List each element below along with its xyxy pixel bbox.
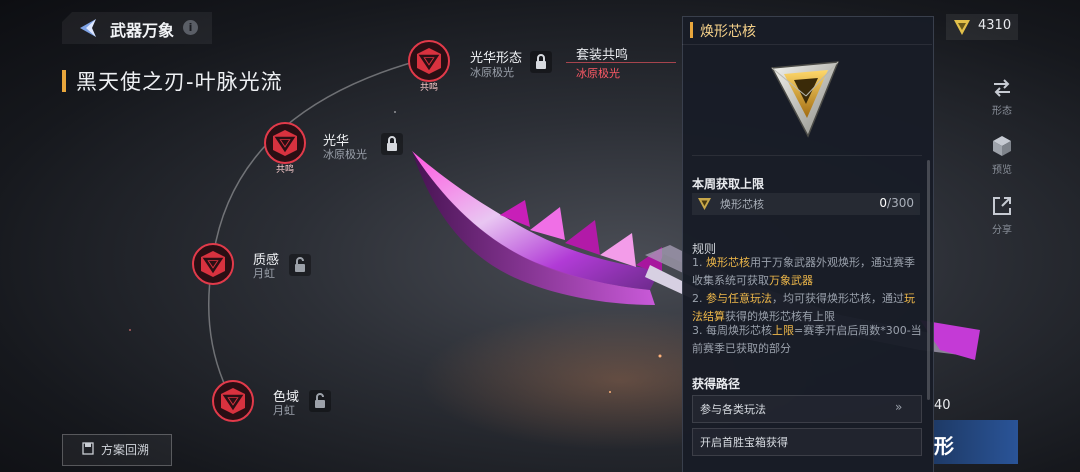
divider	[566, 62, 676, 63]
route-label: 开启首胜宝箱获得	[700, 436, 788, 449]
suit-title: 套装共鸣	[576, 48, 629, 63]
skill-node-texture[interactable]	[192, 243, 234, 285]
limit-value: 0/300	[879, 196, 914, 210]
info-icon[interactable]: i	[183, 20, 198, 35]
core-triangle-icon	[954, 20, 970, 35]
side-label: 预览	[992, 165, 1012, 176]
currency-value: 4310	[978, 18, 1012, 33]
resonance-badge: 共鸣	[420, 83, 439, 93]
unlock-icon	[309, 390, 331, 412]
lock-icon	[381, 133, 403, 155]
double-chevron-icon: »	[895, 400, 903, 414]
panel-title: 焕形芯核	[700, 24, 756, 40]
side-label: 分享	[992, 225, 1012, 236]
node-subtitle: 月虹	[253, 267, 275, 280]
unlock-icon	[289, 254, 311, 276]
side-label: 形态	[992, 106, 1012, 117]
panel-scrollbar[interactable]	[927, 160, 930, 400]
divider	[682, 44, 932, 45]
core-triangle-icon	[770, 61, 840, 138]
lock-icon	[530, 51, 552, 73]
swap-icon[interactable]	[990, 76, 1014, 100]
weapon-name: 黑天使之刃-叶脉光流	[76, 70, 283, 94]
route-label: 参与各类玩法	[700, 403, 766, 416]
limit-item-name: 焕形芯核	[720, 198, 764, 211]
page-title: 武器万象	[110, 21, 175, 40]
rule-2: 2. 参与任意玩法，均可获得焕形芯核，通过玩法结算获得的焕形芯核有上限	[692, 292, 915, 323]
plan-rollback-label: 方案回溯	[101, 443, 150, 457]
suit-subtitle: 冰原极光	[576, 67, 620, 80]
rule-1: 1. 焕形芯核用于万象武器外观焕形，通过赛季收集系统可获取万象武器	[692, 256, 915, 287]
skill-node-glow-form[interactable]	[408, 40, 450, 82]
routes-heading: 获得路径	[692, 377, 741, 391]
save-icon	[82, 442, 94, 455]
resonance-badge: 共鸣	[276, 165, 295, 175]
reshape-button-label: 形	[934, 434, 954, 458]
back-arrow-icon	[80, 19, 96, 37]
3d-cube-icon[interactable]	[990, 134, 1014, 158]
accent-bar	[690, 22, 693, 38]
share-icon[interactable]	[990, 194, 1014, 218]
rule-3: 3. 每周焕形芯核上限=赛季开启后周数*300-当前赛季已获取的部分	[692, 324, 922, 355]
node-subtitle: 冰原极光	[470, 66, 514, 79]
core-triangle-icon	[698, 198, 711, 210]
game-screen: 武器万象 i 黑天使之刃-叶脉光流 共鸣 光华形态 冰原极光 共鸣 光华 冰原极…	[0, 0, 1080, 472]
divider	[692, 155, 922, 156]
node-subtitle: 月虹	[273, 404, 295, 417]
weekly-limit-heading: 本周获取上限	[692, 177, 765, 191]
skill-node-color[interactable]	[212, 380, 254, 422]
material-count: 40	[934, 398, 951, 413]
skill-node-glow[interactable]	[264, 122, 306, 164]
accent-bar	[62, 70, 66, 92]
node-subtitle: 冰原极光	[323, 148, 367, 161]
